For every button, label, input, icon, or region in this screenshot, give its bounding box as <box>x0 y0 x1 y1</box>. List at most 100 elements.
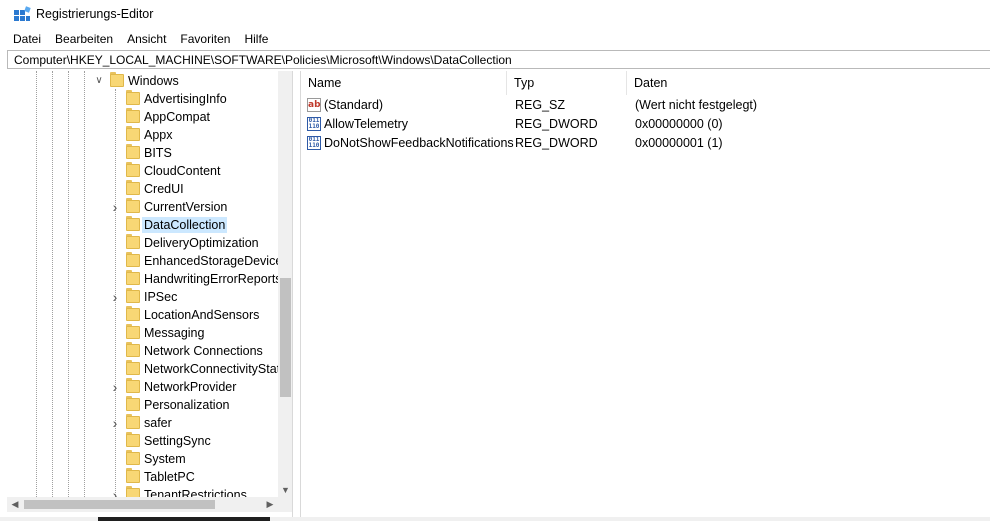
folder-icon <box>126 288 140 303</box>
folder-icon <box>110 72 124 87</box>
scroll-down-arrow-icon[interactable]: ▼ <box>278 483 292 497</box>
value-type: REG_DWORD <box>515 136 598 150</box>
tree-item-label: TabletPC <box>144 470 195 484</box>
value-data: 0x00000000 (0) <box>635 117 723 131</box>
key-tree-pane[interactable]: ∨ Windows AdvertisingInfo AppCompat Appx BI… <box>7 71 293 517</box>
folder-icon <box>126 450 140 465</box>
tree-item-label: IPSec <box>144 290 178 304</box>
tree-item[interactable]: DataCollection <box>7 216 277 234</box>
tree-item[interactable]: Appx <box>7 126 277 144</box>
folder-icon <box>126 306 140 321</box>
tree-item[interactable]: HandwritingErrorReports <box>7 270 282 288</box>
address-bar[interactable]: Computer\HKEY_LOCAL_MACHINE\SOFTWARE\Pol… <box>7 50 990 69</box>
tree-item[interactable]: › CurrentVersion <box>7 198 277 216</box>
scroll-left-arrow-icon[interactable]: ◀ <box>9 497 21 512</box>
column-header-name[interactable]: Name <box>301 71 507 95</box>
tree-item[interactable]: Messaging <box>7 324 277 342</box>
tree-item[interactable]: BITS <box>7 144 277 162</box>
value-data: 0x00000001 (1) <box>635 136 723 150</box>
value-row[interactable]: 011 110 AllowTelemetry REG_DWORD 0x000000… <box>301 115 990 134</box>
menu-hilfe[interactable]: Hilfe <box>237 30 275 48</box>
folder-icon <box>126 126 140 141</box>
dword-value-icon: 011 110 <box>307 136 321 150</box>
folder-icon <box>126 414 140 429</box>
tree-item[interactable]: LocationAndSensors <box>7 306 277 324</box>
folder-icon <box>126 90 140 105</box>
tree-item[interactable]: DeliveryOptimization <box>7 234 277 252</box>
tree-item[interactable]: › NetworkProvider <box>7 378 277 396</box>
regedit-app-icon <box>14 6 31 21</box>
tree-item[interactable]: NetworkConnectivityStat <box>7 360 280 378</box>
tree-item-windows[interactable]: ∨ Windows <box>7 72 277 90</box>
tree-item-label: System <box>144 452 186 466</box>
values-list-pane[interactable]: Name Typ Daten ab (Standard) REG_SZ (Wer… <box>300 71 990 517</box>
tree-item[interactable]: EnhancedStorageDevices <box>7 252 289 270</box>
folder-icon <box>126 342 140 357</box>
tree-item-label: Windows <box>128 74 179 88</box>
menu-datei[interactable]: Datei <box>0 30 48 48</box>
scrollbar-thumb[interactable] <box>24 500 215 509</box>
tree-item-label: AdvertisingInfo <box>144 92 227 106</box>
tree-vertical-scrollbar[interactable]: ▼ <box>278 71 292 497</box>
chevron-right-icon[interactable]: › <box>109 416 121 430</box>
column-header-data[interactable]: Daten <box>627 71 990 95</box>
window-title: Registrierungs-Editor <box>36 7 154 21</box>
tree-item-label: LocationAndSensors <box>144 308 260 322</box>
tree-item[interactable]: CredUI <box>7 180 277 198</box>
tree-item[interactable]: CloudContent <box>7 162 277 180</box>
tree-item[interactable]: AppCompat <box>7 108 277 126</box>
tree-item-label: HandwritingErrorReports <box>144 272 282 286</box>
value-name: DoNotShowFeedbackNotifications <box>324 136 514 150</box>
pane-splitter[interactable] <box>293 71 299 517</box>
tree-item-label: CredUI <box>144 182 184 196</box>
scrollbar-corner <box>278 497 292 512</box>
folder-icon <box>126 360 140 375</box>
menu-favoriten[interactable]: Favoriten <box>173 30 237 48</box>
tree-item-label: Personalization <box>144 398 230 412</box>
menu-bar: Datei Bearbeiten Ansicht Favoriten Hilfe <box>0 30 990 48</box>
tree-item[interactable]: › IPSec <box>7 288 277 306</box>
value-row[interactable]: 011 110 DoNotShowFeedbackNotifications RE… <box>301 134 990 153</box>
folder-icon <box>126 324 140 339</box>
address-path: Computer\HKEY_LOCAL_MACHINE\SOFTWARE\Pol… <box>14 53 512 67</box>
chevron-right-icon[interactable]: › <box>109 200 121 214</box>
tree-item[interactable]: Network Connections <box>7 342 277 360</box>
tree-item-label: NetworkProvider <box>144 380 237 394</box>
chevron-right-icon[interactable]: › <box>109 290 121 304</box>
tree-item-label: Network Connections <box>144 344 263 358</box>
value-type: REG_DWORD <box>515 117 598 131</box>
tree-item[interactable]: › safer <box>7 414 277 432</box>
value-name: AllowTelemetry <box>324 117 409 131</box>
string-value-icon: ab <box>307 98 321 112</box>
folder-icon <box>126 432 140 447</box>
folder-icon <box>126 378 140 393</box>
scroll-right-arrow-icon[interactable]: ▶ <box>264 497 276 512</box>
value-type: REG_SZ <box>515 98 566 112</box>
value-data: (Wert nicht festgelegt) <box>635 98 758 112</box>
menu-ansicht[interactable]: Ansicht <box>120 30 173 48</box>
folder-icon <box>126 144 140 159</box>
tree-item-label: Messaging <box>144 326 205 340</box>
tree-item-label: CurrentVersion <box>144 200 228 214</box>
tree-horizontal-scrollbar[interactable]: ◀ ▶ <box>7 497 278 512</box>
menu-bearbeiten[interactable]: Bearbeiten <box>48 30 120 48</box>
tree-item[interactable]: Personalization <box>7 396 277 414</box>
tree-item-label: SettingSync <box>144 434 211 448</box>
chevron-right-icon[interactable]: › <box>109 380 121 394</box>
folder-icon <box>126 108 140 123</box>
title-bar[interactable]: Registrierungs-Editor <box>0 0 990 30</box>
tree-item-label: Appx <box>144 128 173 142</box>
folder-icon <box>126 216 140 231</box>
scrollbar-thumb[interactable] <box>280 278 291 397</box>
tree-item-label: CloudContent <box>144 164 221 178</box>
tree-item[interactable]: System <box>7 450 277 468</box>
tree-item-label: AppCompat <box>144 110 211 124</box>
tree-item[interactable]: AdvertisingInfo <box>7 90 277 108</box>
tree-item[interactable]: TabletPC <box>7 468 277 486</box>
value-row[interactable]: ab (Standard) REG_SZ (Wert nicht festgel… <box>301 96 990 115</box>
folder-icon <box>126 252 140 267</box>
tree-item[interactable]: SettingSync <box>7 432 277 450</box>
column-header-type[interactable]: Typ <box>507 71 627 95</box>
folder-icon <box>126 396 140 411</box>
chevron-down-icon[interactable]: ∨ <box>93 75 105 87</box>
